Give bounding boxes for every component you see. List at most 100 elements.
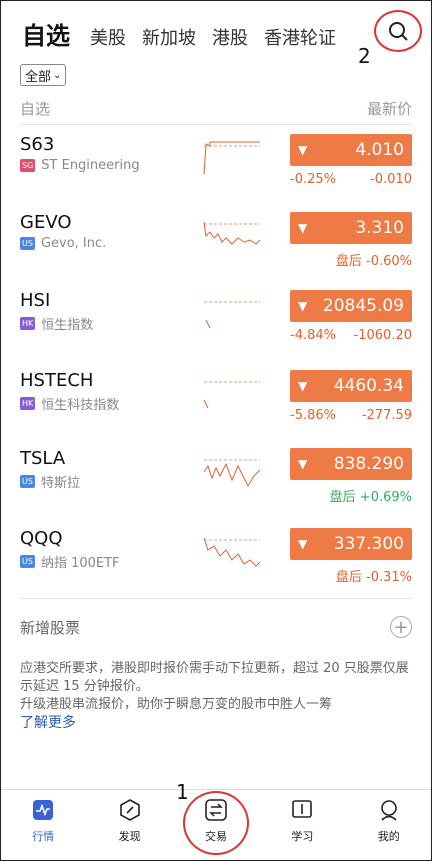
learn-more-link[interactable]: 了解更多 xyxy=(20,712,76,732)
sparkline xyxy=(203,381,260,409)
change-row: 盘后 +0.69% xyxy=(290,486,412,505)
down-arrow-icon: ▼ xyxy=(298,379,308,393)
down-arrow-icon: ▼ xyxy=(298,537,308,551)
price-button[interactable]: ▼ 838.290 xyxy=(290,448,412,480)
notice-line2: 升级港股串流报价，助你于瞬息万变的股市中胜人一筹 xyxy=(20,697,333,712)
stock-row[interactable]: S63 SG ST Engineering ▼ 4.010 -0.25% -0.… xyxy=(20,134,412,212)
filter-label: 全部 xyxy=(25,69,52,85)
stock-symbol: QQQ xyxy=(20,528,63,549)
market-badge: US xyxy=(20,237,35,250)
change-row: -5.86% -277.59 xyxy=(290,408,412,423)
tab-watchlist[interactable]: 自选 xyxy=(22,16,70,51)
nav-profile[interactable]: 我的 xyxy=(359,798,419,861)
tab-hk-stocks[interactable]: 港股 xyxy=(212,24,248,50)
stock-symbol: HSTECH xyxy=(20,370,94,391)
search-icon xyxy=(389,22,408,41)
tab-us-stocks[interactable]: 美股 xyxy=(90,24,126,50)
nav-trade[interactable]: 交易 xyxy=(186,798,246,861)
stock-name: ST Engineering xyxy=(41,158,140,173)
market-badge: SG xyxy=(20,159,36,172)
stock-name: 恒生指数 xyxy=(41,318,94,333)
stock-name: 恒生科技指数 xyxy=(41,398,120,413)
change-percent: -5.86% xyxy=(290,408,336,423)
trade-icon xyxy=(204,798,228,822)
search-button[interactable] xyxy=(374,10,422,52)
stock-name: Gevo, Inc. xyxy=(40,236,107,251)
market-badge: US xyxy=(20,555,35,568)
nav-label: 发现 xyxy=(118,830,141,843)
add-stock-row[interactable]: 新增股票 + xyxy=(20,616,412,638)
nav-label: 行情 xyxy=(32,830,55,843)
sort-by-price[interactable]: 最新价 xyxy=(367,98,412,119)
nav-learn[interactable]: 学习 xyxy=(272,798,332,861)
down-arrow-icon: ▼ xyxy=(298,143,308,157)
change-value: 盘后 +0.69% xyxy=(329,490,412,505)
nav-label: 我的 xyxy=(377,830,400,843)
stock-price: 337.300 xyxy=(333,534,404,554)
price-button[interactable]: ▼ 4460.34 xyxy=(290,370,412,402)
stock-subtitle: US 纳指 100ETF xyxy=(20,552,120,571)
stock-subtitle: HK 恒生科技指数 xyxy=(20,394,119,413)
change-row: -4.84% -1060.20 xyxy=(290,328,412,343)
stock-row[interactable]: HSI HK 恒生指数 ▼ 20845.09 -4.84% -1060.20 xyxy=(20,290,412,368)
stock-symbol: TSLA xyxy=(20,448,66,469)
down-arrow-icon: ▼ xyxy=(298,299,308,313)
change-value: 盘后 -0.60% xyxy=(335,254,412,269)
filter-dropdown[interactable]: 全部 ⌄ xyxy=(20,64,67,86)
stock-row[interactable]: GEVO US Gevo, Inc. ▼ 3.310 盘后 -0.60% xyxy=(20,212,412,290)
sparkline xyxy=(203,459,260,488)
nav-label: 交易 xyxy=(204,830,227,843)
stock-price: 20845.09 xyxy=(322,296,404,316)
hk-quote-notice: 应港交所要求，港股即时报价需手动下拉更新，超过 20 只股票仅展示延迟 15 分… xyxy=(20,660,416,714)
stock-price: 4.010 xyxy=(355,140,404,160)
stock-symbol: HSI xyxy=(20,290,51,311)
sparkline xyxy=(203,221,260,245)
top-tabs: 自选 美股 新加坡 港股 香港轮证 xyxy=(22,16,352,51)
notice-line1: 应港交所要求，港股即时报价需手动下拉更新，超过 20 只股票仅展示延迟 15 分… xyxy=(20,661,409,694)
price-button[interactable]: ▼ 4.010 xyxy=(290,134,412,166)
stock-row[interactable]: HSTECH HK 恒生科技指数 ▼ 4460.34 -5.86% -277.5… xyxy=(20,370,412,448)
change-percent: -0.25% xyxy=(290,172,336,187)
change-value: -277.59 xyxy=(361,408,412,423)
stock-price: 3.310 xyxy=(355,218,404,238)
price-button[interactable]: ▼ 20845.09 xyxy=(290,290,412,322)
stock-subtitle: SG ST Engineering xyxy=(20,158,140,173)
tab-hk-warrants[interactable]: 香港轮证 xyxy=(264,24,336,50)
sparkline xyxy=(204,301,260,329)
divider xyxy=(20,124,412,125)
chevron-down-icon: ⌄ xyxy=(53,69,62,81)
marker-2: 2 xyxy=(358,44,371,68)
stock-symbol: GEVO xyxy=(20,212,72,233)
divider xyxy=(20,598,412,599)
price-button[interactable]: ▼ 337.300 xyxy=(290,528,412,560)
change-row: -0.25% -0.010 xyxy=(290,172,412,187)
change-row: 盘后 -0.60% xyxy=(290,250,412,269)
market-badge: HK xyxy=(20,317,36,330)
profile-icon xyxy=(377,798,401,822)
plus-icon[interactable]: + xyxy=(390,616,412,638)
change-value: -1060.20 xyxy=(353,328,412,343)
stock-subtitle: US Gevo, Inc. xyxy=(20,236,106,251)
change-value: 盘后 -0.31% xyxy=(335,570,412,585)
divider xyxy=(20,204,412,205)
market-icon xyxy=(31,798,55,822)
stock-row[interactable]: TSLA US 特斯拉 ▼ 838.290 盘后 +0.69% xyxy=(20,448,412,526)
stock-symbol: S63 xyxy=(20,134,55,155)
tab-singapore[interactable]: 新加坡 xyxy=(142,24,196,50)
divider xyxy=(20,518,412,519)
nav-market[interactable]: 行情 xyxy=(13,798,73,861)
marker-1: 1 xyxy=(176,780,189,804)
list-header: 自选 最新价 xyxy=(20,98,412,119)
change-percent: -4.84% xyxy=(290,328,336,343)
stock-price: 4460.34 xyxy=(333,376,404,396)
price-button[interactable]: ▼ 3.310 xyxy=(290,212,412,244)
change-value: -0.010 xyxy=(370,172,412,187)
sparkline xyxy=(203,537,260,567)
divider xyxy=(20,282,412,283)
stock-row[interactable]: QQQ US 纳指 100ETF ▼ 337.300 盘后 -0.31% xyxy=(20,528,412,606)
stock-name: 纳指 100ETF xyxy=(40,556,120,571)
sparkline xyxy=(203,141,260,175)
nav-discover[interactable]: 发现 xyxy=(100,798,160,861)
discover-icon xyxy=(118,798,142,822)
add-stock-label: 新增股票 xyxy=(20,618,81,637)
